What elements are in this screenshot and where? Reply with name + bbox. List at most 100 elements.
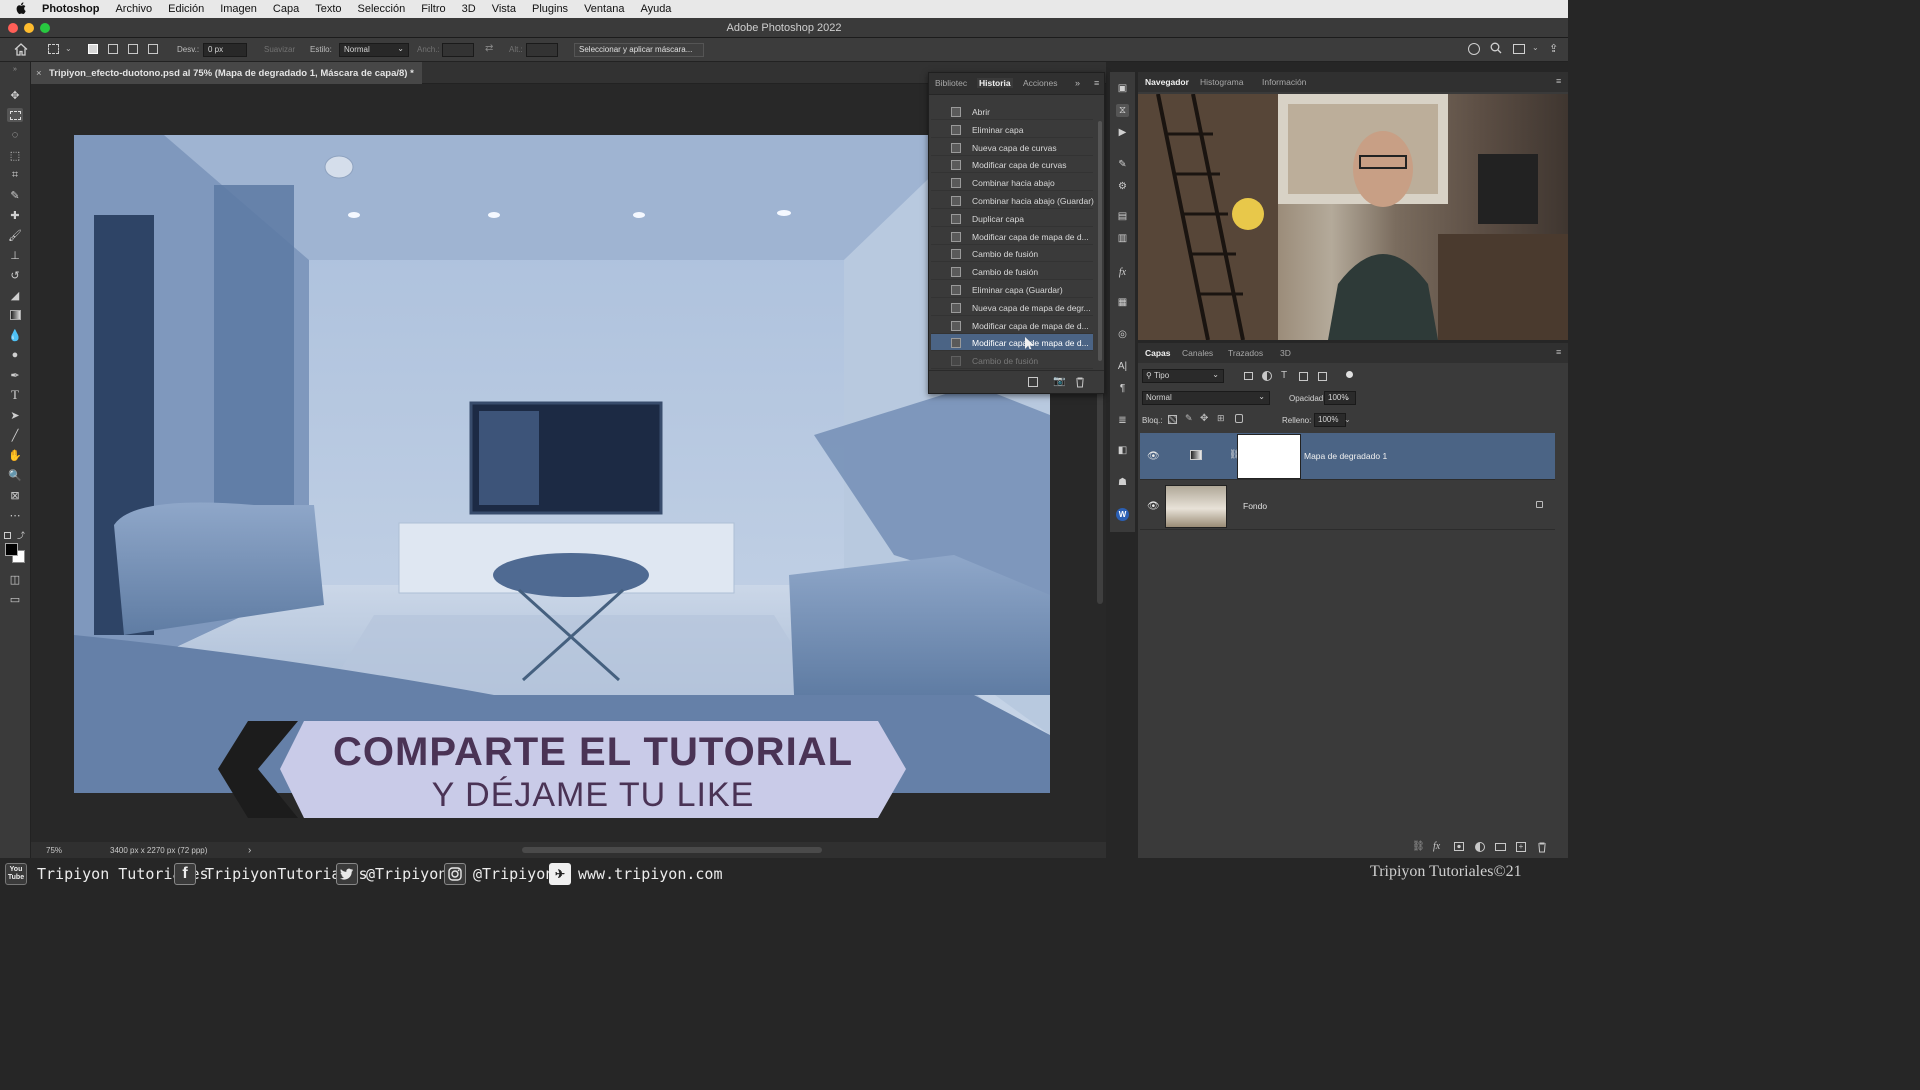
- tab-capas[interactable]: Capas: [1145, 348, 1171, 358]
- swatches-grid-icon[interactable]: ▦: [1116, 296, 1129, 309]
- frame-tool-icon[interactable]: ⊠: [7, 488, 23, 502]
- history-item[interactable]: Combinar hacia abajo (Guardar): [931, 192, 1094, 209]
- collapse-panel-icon[interactable]: »: [1075, 78, 1080, 88]
- actions-play-icon[interactable]: ▶: [1116, 126, 1129, 139]
- chevron-down-icon[interactable]: ⌄: [1344, 415, 1351, 424]
- history-scrollbar[interactable]: [1098, 121, 1102, 361]
- info-icon[interactable]: ▥: [1116, 232, 1129, 245]
- new-document-from-state-icon[interactable]: [1028, 377, 1038, 387]
- opacity-input[interactable]: 100%: [1324, 391, 1356, 405]
- workspace-icon[interactable]: [1513, 44, 1525, 54]
- subtract-selection-icon[interactable]: [128, 44, 138, 54]
- history-icon[interactable]: ⧖: [1116, 104, 1129, 117]
- lock-all-icon[interactable]: [1235, 414, 1243, 423]
- layer-row-fondo[interactable]: 👁 Fondo: [1140, 483, 1555, 530]
- character-icon[interactable]: A|: [1116, 360, 1129, 373]
- menu-app-photoshop[interactable]: Photoshop: [42, 3, 99, 15]
- style-select[interactable]: Normal ⌄: [339, 43, 409, 57]
- tab-canales[interactable]: Canales: [1182, 348, 1213, 358]
- eraser-tool-icon[interactable]: ◢: [7, 288, 23, 302]
- history-item[interactable]: Nueva capa de mapa de degr...: [931, 299, 1093, 316]
- eyedropper-tool-icon[interactable]: ✎: [7, 188, 23, 202]
- menu-texto[interactable]: Texto: [315, 3, 341, 15]
- user-icon[interactable]: [1468, 43, 1480, 55]
- menu-imagen[interactable]: Imagen: [220, 3, 257, 15]
- apple-icon[interactable]: [16, 1, 26, 17]
- pen-tool-icon[interactable]: ✒: [7, 368, 23, 382]
- layer-name[interactable]: Mapa de degradado 1: [1304, 451, 1387, 461]
- filter-adjustment-icon[interactable]: [1262, 371, 1272, 381]
- object-selection-tool-icon[interactable]: ⬚: [7, 148, 23, 162]
- shapes-icon[interactable]: ☗: [1116, 476, 1129, 489]
- notes-icon[interactable]: ▤: [1116, 210, 1129, 223]
- share-icon[interactable]: ⇪: [1549, 42, 1558, 55]
- history-item-selected[interactable]: Modificar capa de mapa de d...: [931, 334, 1093, 352]
- zoom-tool-icon[interactable]: 🔍: [7, 468, 23, 482]
- brush-tool-icon[interactable]: 🖌: [7, 228, 23, 242]
- history-item[interactable]: Abrir: [931, 103, 1093, 120]
- close-tab-icon[interactable]: ×: [36, 68, 42, 79]
- filter-type-icon[interactable]: T: [1281, 370, 1287, 381]
- filter-toggle-icon[interactable]: [1346, 371, 1353, 378]
- tab-navegador[interactable]: Navegador: [1145, 77, 1189, 87]
- gradient-tool-icon[interactable]: [7, 308, 23, 322]
- history-item[interactable]: Modificar capa de mapa de d...: [931, 228, 1093, 245]
- quick-mask-icon[interactable]: ◫: [7, 572, 23, 586]
- history-item[interactable]: Modificar capa de curvas: [931, 156, 1093, 174]
- new-group-icon[interactable]: [1495, 843, 1506, 851]
- history-brush-tool-icon[interactable]: ↺: [7, 268, 23, 282]
- height-input[interactable]: [526, 43, 558, 57]
- dodge-tool-icon[interactable]: ●: [7, 348, 23, 362]
- status-more-arrow[interactable]: ›: [248, 845, 251, 856]
- layer-thumbnail[interactable]: [1165, 485, 1227, 528]
- libraries-icon[interactable]: ▣: [1116, 82, 1129, 95]
- lock-pixels-icon[interactable]: ✎: [1185, 413, 1193, 424]
- panel-menu-icon[interactable]: ≡: [1556, 347, 1561, 357]
- tab-historia[interactable]: Historia: [977, 78, 1013, 88]
- paragraph-icon[interactable]: ¶: [1116, 382, 1129, 395]
- layer-filter-select[interactable]: ⚲ Tipo ⌄: [1142, 369, 1224, 383]
- blur-tool-icon[interactable]: 💧: [7, 328, 23, 342]
- history-item[interactable]: Eliminar capa: [931, 121, 1093, 138]
- zoom-level[interactable]: 75%: [46, 846, 62, 855]
- fill-input[interactable]: 100%: [1314, 413, 1346, 427]
- hand-tool-icon[interactable]: ✋: [7, 448, 23, 462]
- chevron-down-icon[interactable]: ⌄: [65, 44, 72, 53]
- horizontal-scrollbar-thumb[interactable]: [522, 847, 822, 853]
- tab-informacion[interactable]: Información: [1262, 77, 1306, 87]
- document-canvas-image[interactable]: [74, 135, 1050, 793]
- menu-plugins[interactable]: Plugins: [532, 3, 568, 15]
- panel-menu-icon[interactable]: ≡: [1556, 76, 1561, 86]
- menu-ayuda[interactable]: Ayuda: [640, 3, 671, 15]
- width-input[interactable]: [442, 43, 474, 57]
- eye-icon[interactable]: 👁: [1147, 451, 1160, 462]
- foreground-color-swatch[interactable]: [5, 543, 18, 556]
- tab-3d[interactable]: 3D: [1280, 348, 1291, 358]
- properties-icon[interactable]: ≣: [1116, 414, 1129, 427]
- history-item-undone[interactable]: Cambio de fusión: [931, 352, 1093, 370]
- gradients-icon[interactable]: ◧: [1116, 444, 1129, 457]
- 3d-icon[interactable]: ◎: [1116, 328, 1129, 341]
- path-selection-tool-icon[interactable]: ➤: [7, 408, 23, 422]
- history-item[interactable]: Eliminar capa (Guardar): [931, 281, 1093, 298]
- select-and-mask-button[interactable]: Seleccionar y aplicar máscara...: [574, 43, 704, 57]
- history-item[interactable]: Duplicar capa: [931, 210, 1093, 227]
- chevron-down-icon[interactable]: ⌄: [1532, 43, 1539, 52]
- filter-shape-icon[interactable]: [1299, 372, 1308, 381]
- word-icon[interactable]: W: [1116, 508, 1129, 521]
- panel-menu-icon[interactable]: ≡: [1094, 78, 1099, 88]
- clone-stamp-tool-icon[interactable]: ⊥: [7, 248, 23, 262]
- lock-transparency-icon[interactable]: [1168, 415, 1177, 424]
- healing-brush-tool-icon[interactable]: ✚: [7, 208, 23, 222]
- new-selection-icon[interactable]: [88, 44, 98, 54]
- fx-icon[interactable]: fx: [1433, 841, 1440, 852]
- swap-colors-icon[interactable]: ⤴: [17, 530, 25, 541]
- add-mask-icon[interactable]: [1454, 842, 1464, 851]
- filter-smart-object-icon[interactable]: [1318, 372, 1327, 381]
- document-tab[interactable]: × Tripiyon_efecto-duotono.psd al 75% (Ma…: [31, 62, 422, 84]
- tab-acciones[interactable]: Acciones: [1023, 78, 1058, 88]
- collapse-arrows-icon[interactable]: »: [7, 62, 23, 76]
- menu-ventana[interactable]: Ventana: [584, 3, 624, 15]
- chevron-down-icon[interactable]: ⌄: [1344, 393, 1351, 402]
- new-layer-icon[interactable]: +: [1516, 842, 1526, 852]
